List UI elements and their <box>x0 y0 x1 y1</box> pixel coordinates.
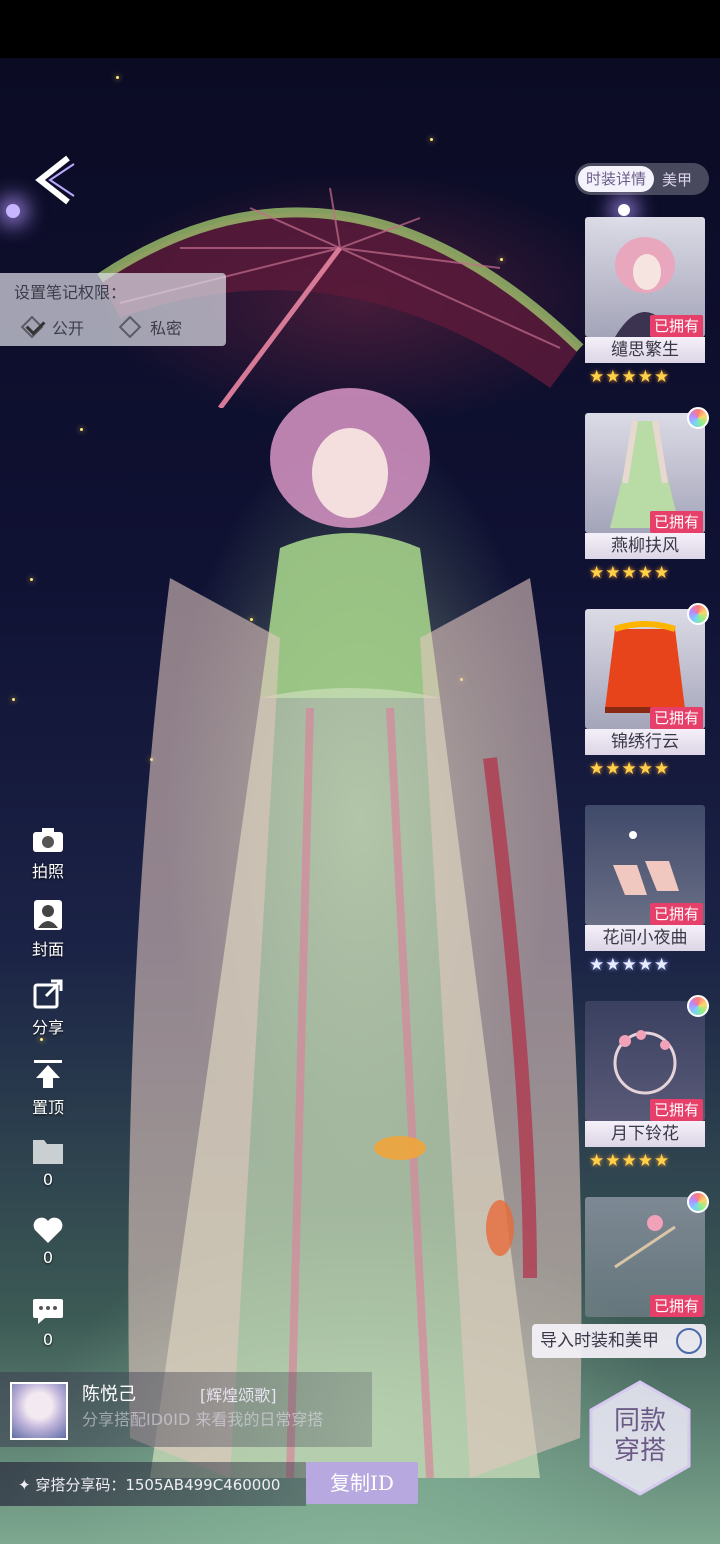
item-card[interactable]: 已拥有 月下铃花 ★★★★★ <box>585 995 709 1171</box>
note-permission-panel: 设置笔记权限： 公开 私密 <box>0 273 226 346</box>
sparkle <box>80 428 83 431</box>
owned-badge: 已拥有 <box>649 511 703 533</box>
option-label: 公开 <box>52 319 85 338</box>
permission-private-option[interactable]: 私密 <box>118 315 183 339</box>
item-name: 花间小夜曲 <box>585 925 705 951</box>
pin-label: 置顶 <box>31 1098 64 1117</box>
rainbow-glow-icon <box>687 995 709 1017</box>
cover-button[interactable]: 封面 <box>22 898 74 960</box>
rainbow-glow-icon <box>687 407 709 429</box>
owned-badge: 已拥有 <box>649 903 703 925</box>
pin-button[interactable]: 置顶 <box>22 1058 74 1118</box>
rarity-stars: ★★★★★ <box>589 759 671 779</box>
permission-public-option[interactable]: 公开 <box>20 315 85 339</box>
checkbox-checked-icon[interactable] <box>20 315 46 339</box>
copy-id-button[interactable]: 复制ID <box>306 1462 418 1504</box>
comment-icon <box>33 1299 63 1324</box>
oil-paper-umbrella <box>97 187 584 408</box>
owned-badge: 已拥有 <box>649 1295 703 1317</box>
light-orb <box>6 204 20 218</box>
share-icon <box>33 979 63 1009</box>
owned-badge: 已拥有 <box>649 1099 703 1121</box>
comment-button[interactable]: 0 <box>22 1296 74 1349</box>
avatar[interactable] <box>10 1382 68 1440</box>
import-outfit-button[interactable]: 导入时装和美甲 <box>532 1324 706 1358</box>
portrait-icon <box>34 900 62 930</box>
share-button[interactable]: 分享 <box>22 978 74 1038</box>
item-card[interactable]: 已拥有 缱思繁生 ★★★★★ <box>585 217 705 387</box>
pin-top-icon <box>34 1060 62 1088</box>
same-outfit-label: 同款 穿搭 <box>613 1406 666 1466</box>
tab-outfit-details[interactable]: 时装详情 <box>578 166 655 192</box>
collect-button[interactable]: 0 <box>22 1136 74 1189</box>
photo-button[interactable]: 拍照 <box>22 826 74 882</box>
item-card[interactable]: 已拥有 <box>585 1191 709 1317</box>
checkbox-unchecked-icon[interactable] <box>118 315 142 339</box>
sparkle <box>40 1038 43 1041</box>
comment-count: 0 <box>42 1330 54 1349</box>
heart-icon <box>33 1217 63 1243</box>
option-label: 私密 <box>150 319 183 338</box>
share-label: 分享 <box>31 1018 64 1037</box>
item-card[interactable]: 已拥有 燕柳扶风 ★★★★★ <box>585 407 709 583</box>
sparkle <box>12 698 15 701</box>
rarity-stars: ★★★★★ <box>589 1151 671 1171</box>
author-profile: 陈悦己 [辉煌颂歌] 分享搭配ID0ID 来看我的日常穿搭 <box>0 1372 372 1447</box>
item-card[interactable]: 已拥有 锦绣行云 ★★★★★ <box>585 603 709 779</box>
tab-nail-art[interactable]: 美甲 <box>662 169 692 190</box>
folder-icon <box>33 1140 63 1164</box>
light-orb <box>618 204 630 216</box>
cover-label: 封面 <box>31 940 64 959</box>
sparkle <box>30 578 33 581</box>
character-figure <box>128 388 582 1479</box>
rarity-stars: ★★★★★ <box>589 367 671 387</box>
username: 陈悦己 <box>82 1384 136 1405</box>
import-label: 导入时装和美甲 <box>540 1331 659 1351</box>
item-name: 燕柳扶风 <box>585 533 705 559</box>
detail-tabs: 时装详情 美甲 <box>575 163 709 195</box>
item-name: 锦绣行云 <box>585 729 705 755</box>
like-button[interactable]: 0 <box>22 1216 74 1267</box>
profile-description: 分享搭配ID0ID 来看我的日常穿搭 <box>82 1410 324 1429</box>
item-name: 缱思繁生 <box>585 337 705 363</box>
rarity-stars: ★★★★★ <box>589 955 671 975</box>
camera-icon <box>33 828 63 852</box>
collect-count: 0 <box>42 1170 54 1189</box>
photo-label: 拍照 <box>31 862 64 881</box>
item-name: 月下铃花 <box>585 1121 705 1147</box>
rainbow-glow-icon <box>687 1191 709 1213</box>
permission-title: 设置笔记权限： <box>14 283 127 302</box>
like-count: 0 <box>42 1248 54 1267</box>
refresh-icon <box>676 1328 702 1354</box>
owned-badge: 已拥有 <box>649 707 703 729</box>
share-code-bar: ✦ 穿搭分享码：1505AB499C460000 <box>0 1462 306 1506</box>
share-code-text: ✦ 穿搭分享码：1505AB499C460000 <box>18 1476 281 1494</box>
back-arrow-icon[interactable] <box>26 150 86 210</box>
sparkle <box>116 76 119 79</box>
item-card[interactable]: 已拥有 花间小夜曲 ★★★★★ <box>585 805 705 975</box>
owned-badge: 已拥有 <box>649 315 703 337</box>
same-outfit-button[interactable]: 同款 穿搭 <box>585 1378 695 1498</box>
title-badge: [辉煌颂歌] <box>200 1386 277 1405</box>
rainbow-glow-icon <box>687 603 709 625</box>
rarity-stars: ★★★★★ <box>589 563 671 583</box>
